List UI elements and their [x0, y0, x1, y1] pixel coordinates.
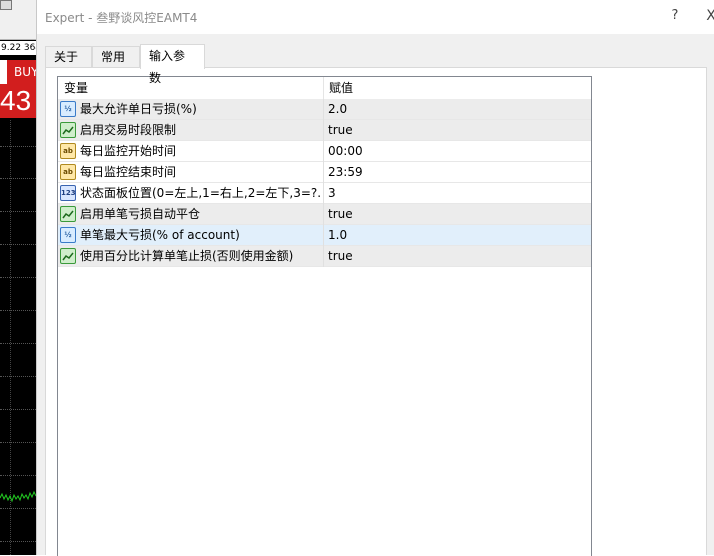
grid-line: [0, 475, 36, 476]
table-row[interactable]: 使用百分比计算单笔止损(否则使用金额) true: [58, 246, 591, 267]
parameter-name: 最大允许单日亏损(%): [80, 102, 197, 116]
tab-about[interactable]: 关于: [45, 46, 92, 68]
column-header-value[interactable]: 赋值: [323, 77, 591, 99]
tab-common[interactable]: 常用: [92, 46, 140, 68]
parameter-value[interactable]: true: [328, 204, 353, 225]
cell-divider: [323, 162, 324, 183]
cell-divider: [323, 204, 324, 225]
parameters-table: 变量 赋值 ½ 最大允许单日亏损(%) 2.0 启用交易时段限制 true ab…: [57, 76, 592, 556]
table-row[interactable]: 123 状态面板位置(0=左上,1=右上,2=左下,3=?... 3: [58, 183, 591, 204]
tab-input-parameters[interactable]: 输入参数: [140, 44, 205, 85]
bool-icon: [60, 248, 76, 264]
price-ticker: 9.22 364: [0, 41, 36, 55]
toolbar-icon: [0, 0, 12, 10]
grid-line: [0, 442, 36, 443]
table-row[interactable]: ab 每日监控开始时间 00:00: [58, 141, 591, 162]
grid-line: [0, 146, 36, 147]
grid-line: [0, 277, 36, 278]
grid-line: [0, 310, 36, 311]
table-row-selected[interactable]: ½ 单笔最大亏损(% of account) 1.0: [58, 225, 591, 246]
parameter-name: 使用百分比计算单笔止损(否则使用金额): [80, 249, 294, 263]
parameter-name: 启用单笔亏损自动平仓: [80, 207, 201, 221]
grid-line: [0, 541, 36, 542]
cell-divider: [323, 120, 324, 141]
parameter-name: 单笔最大亏损(% of account): [80, 228, 240, 242]
bool-icon: [60, 122, 76, 138]
parameter-value[interactable]: 1.0: [328, 225, 347, 246]
cell-divider: [323, 183, 324, 204]
close-button[interactable]: X: [701, 6, 714, 26]
dialog-body: 关于 常用 输入参数 变量 赋值 ½ 最大允许单日亏损(%) 2.0 启用交易时…: [37, 34, 714, 556]
string-icon: ab: [60, 164, 76, 180]
grid-line: [0, 343, 36, 344]
string-icon: ab: [60, 143, 76, 159]
parameter-value[interactable]: 2.0: [328, 99, 347, 120]
table-row[interactable]: 启用单笔亏损自动平仓 true: [58, 204, 591, 225]
parameter-name: 每日监控开始时间: [80, 144, 177, 158]
dialog-title: Expert - 叁野谈风控EAMT4: [45, 11, 198, 25]
grid-line: [0, 508, 36, 509]
title-bar[interactable]: Expert - 叁野谈风控EAMT4 ? X: [37, 0, 714, 34]
buy-button[interactable]: BUY: [0, 60, 36, 84]
bool-icon: [60, 206, 76, 222]
cell-divider: [323, 225, 324, 246]
grid-line: [0, 211, 36, 212]
price-sparkline: [0, 490, 36, 503]
parameter-value[interactable]: true: [328, 120, 353, 141]
table-header: 变量 赋值: [58, 77, 591, 99]
cell-divider: [323, 141, 324, 162]
parameter-value[interactable]: 3: [328, 183, 336, 204]
grid-line: [0, 409, 36, 410]
integer-icon: 123: [60, 185, 76, 201]
cell-divider: [323, 99, 324, 120]
parameter-name: 启用交易时段限制: [80, 123, 177, 137]
table-row[interactable]: 启用交易时段限制 true: [58, 120, 591, 141]
big-price: 43: [0, 84, 36, 118]
grid-line: [0, 244, 36, 245]
table-row[interactable]: ½ 最大允许单日亏损(%) 2.0: [58, 99, 591, 120]
parameter-value[interactable]: 23:59: [328, 162, 363, 183]
column-header-variable[interactable]: 变量: [58, 77, 323, 99]
decimal-icon: ½: [60, 101, 76, 117]
expert-dialog: Expert - 叁野谈风控EAMT4 ? X 关于 常用 输入参数 变量 赋值…: [36, 0, 714, 556]
parameter-name: 每日监控结束时间: [80, 165, 177, 179]
parameter-name: 状态面板位置(0=左上,1=右上,2=左下,3=?...: [80, 186, 320, 200]
grid-line: [0, 376, 36, 377]
help-button[interactable]: ?: [665, 6, 685, 26]
decimal-icon: ½: [60, 227, 76, 243]
parameter-value[interactable]: true: [328, 246, 353, 267]
tab-panel: 变量 赋值 ½ 最大允许单日亏损(%) 2.0 启用交易时段限制 true ab…: [45, 67, 707, 556]
cell-divider: [323, 246, 324, 267]
grid-line: [0, 178, 36, 179]
table-row[interactable]: ab 每日监控结束时间 23:59: [58, 162, 591, 183]
parameter-value[interactable]: 00:00: [328, 141, 363, 162]
chart-toolbar: [0, 0, 36, 40]
background-chart: 9.22 364 BUY 43: [0, 0, 36, 555]
